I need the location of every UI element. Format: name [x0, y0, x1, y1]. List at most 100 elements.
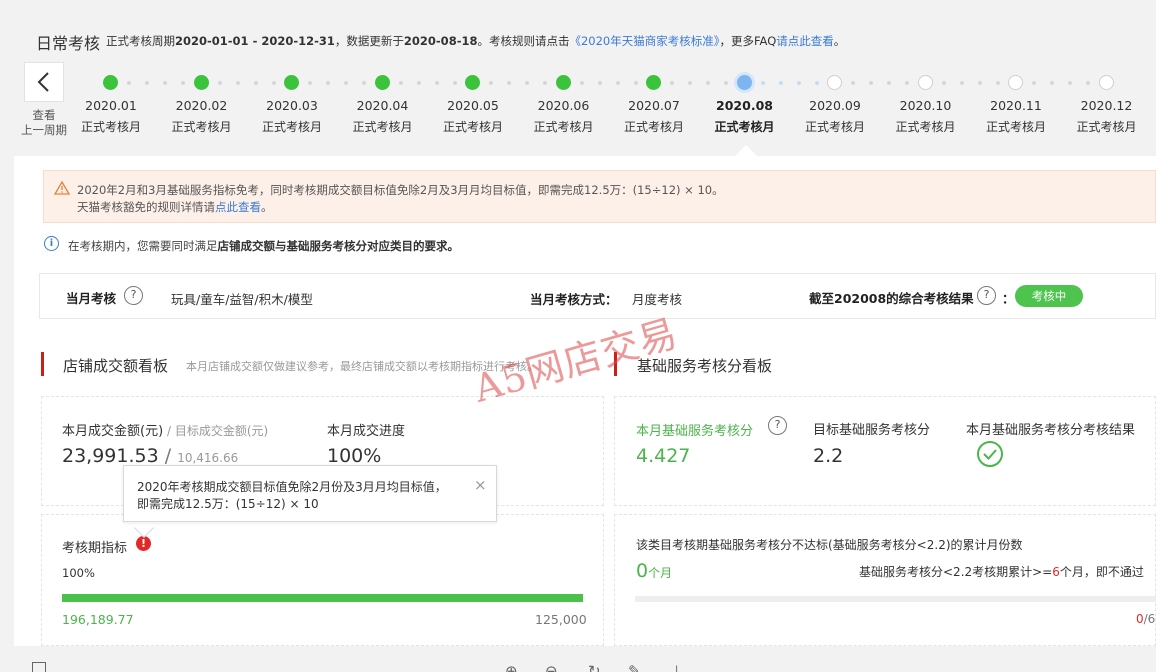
- month-status-label: 正式考核月: [80, 120, 141, 134]
- timeline-connector-dot: [1032, 81, 1036, 85]
- info-icon: i: [44, 236, 59, 251]
- pen-icon[interactable]: ✎: [628, 662, 641, 672]
- month-status-dot: [917, 75, 933, 90]
- update-date: 2020-08-18: [403, 34, 478, 48]
- exemption-alert: 2020年2月和3月基础服务指标免考，同时考核期成交额目标值免除2月及3月月均目…: [43, 170, 1156, 223]
- period-actual-amount: 196,189.77: [62, 612, 134, 627]
- service-score-label: 本月基础服务考核分: [636, 424, 754, 439]
- monthly-amount-value: 23,991.53 / 10,416.66: [62, 445, 239, 467]
- month-label: 2020.01: [85, 98, 137, 113]
- timeline-month[interactable]: 2020.08 正式考核月: [705, 75, 785, 137]
- month-status-dot: [465, 75, 480, 90]
- month-status-label: 正式考核月: [623, 120, 684, 134]
- current-month-caret: [735, 145, 757, 156]
- requirement-note: 在考核期内，您需要同时满足店铺成交额与基础服务考核分对应类目的要求。: [68, 239, 459, 253]
- month-status-label: 正式考核月: [533, 120, 594, 134]
- rule-link[interactable]: 《2020年天猫商家考核标准》: [569, 34, 719, 48]
- exemption-tooltip: 2020年考核期成交额目标值免除2月份及3月月均目标值， 即需完成12.5万：(…: [123, 465, 497, 522]
- timeline-connector-dot: [217, 81, 222, 85]
- month-label: 2020.03: [266, 98, 318, 113]
- fail-months-progress-bar: [635, 596, 1156, 602]
- monthly-progress-value: 100%: [327, 445, 382, 467]
- timeline-connector-dot: [398, 81, 403, 85]
- timeline-connector-dot: [416, 81, 421, 85]
- help-icon[interactable]: ?: [977, 286, 996, 305]
- chevron-left-icon: [37, 72, 49, 92]
- month-status-dot: [827, 75, 842, 90]
- month-label: 2020.08: [716, 98, 773, 113]
- timeline-month[interactable]: 2020.12 正式考核月: [1067, 75, 1147, 137]
- timeline-connector-dot: [959, 81, 964, 85]
- rotate-icon[interactable]: ↻: [588, 662, 601, 672]
- warning-triangle-icon: [54, 181, 70, 195]
- timeline-month[interactable]: 2020.03 正式考核月: [252, 75, 332, 137]
- assessment-summary-bar: 当月考核 ? 玩具/童车/益智/积木/模型 当月考核方式： 月度考核 截至202…: [39, 273, 1156, 319]
- assessment-period: 2020-01-01 - 2020-12-31: [175, 34, 335, 48]
- timeline-month[interactable]: 2020.05 正式考核月: [433, 75, 513, 137]
- month-label: 2020.05: [447, 98, 499, 113]
- timeline-month[interactable]: 2020.01 正式考核月: [71, 75, 151, 137]
- month-status-dot: [736, 75, 752, 90]
- period-target-label: 考核期指标: [62, 541, 128, 556]
- help-icon[interactable]: ?: [768, 416, 787, 435]
- viewer-toolbar: ⊕ ⊖ ↻ ✎ ⊥: [0, 646, 1156, 672]
- timeline-month[interactable]: 2020.09 正式考核月: [795, 75, 875, 137]
- method-label: 当月考核方式：: [530, 292, 618, 307]
- fail-ratio: 0/6: [1136, 612, 1156, 626]
- month-status-dot: [1008, 75, 1023, 90]
- timeline-connector-dot: [851, 81, 855, 85]
- faq-link[interactable]: 请点此查看: [776, 34, 834, 48]
- overall-result-label: 截至202008的综合考核结果: [809, 291, 974, 306]
- period-target-amount: 125,000: [535, 612, 587, 627]
- status-badge: 考核中: [1015, 285, 1083, 307]
- exemption-rule-link[interactable]: 点此查看: [215, 200, 261, 214]
- month-status-dot: [284, 75, 299, 90]
- checkbox-icon[interactable]: [32, 662, 46, 672]
- timeline-connector-dot: [127, 81, 131, 85]
- timeline-month[interactable]: 2020.10 正式考核月: [886, 75, 966, 137]
- service-result-label: 本月基础服务考核分考核结果: [966, 423, 1136, 438]
- timeline-connector-dot: [145, 81, 149, 85]
- timeline-connector-dot: [326, 81, 330, 85]
- period-progress-bar: [62, 594, 583, 602]
- alert-line-1: 2020年2月和3月基础服务指标免考，同时考核期成交额目标值免除2月及3月月均目…: [77, 183, 724, 197]
- month-status-label: 正式考核月: [352, 120, 413, 134]
- month-status-label: 正式考核月: [895, 120, 956, 134]
- zoom-in-icon[interactable]: ⊕: [505, 662, 518, 672]
- month-label: 2020.04: [356, 98, 409, 113]
- monthly-progress-label: 本月成交进度: [327, 424, 406, 439]
- month-status-label: 正式考核月: [714, 120, 775, 134]
- month-label: 2020.12: [1080, 98, 1133, 113]
- section-accent: [41, 352, 44, 376]
- close-icon[interactable]: ×: [474, 476, 487, 494]
- target-score-value: 2.2: [813, 445, 844, 467]
- fail-months-label: 该类目考核期基础服务考核分不达标(基础服务考核分<2.2)的累计月份数: [636, 538, 1023, 552]
- timeline-connector-dot: [670, 81, 674, 85]
- timeline-month[interactable]: 2020.06 正式考核月: [524, 75, 604, 137]
- zoom-out-icon[interactable]: ⊖: [545, 662, 558, 672]
- help-icon[interactable]: ?: [124, 286, 143, 305]
- timeline-month[interactable]: 2020.11 正式考核月: [976, 75, 1056, 137]
- month-label: 2020.07: [628, 98, 680, 113]
- month-status-dot: [374, 75, 390, 90]
- month-status-label: 正式考核月: [804, 120, 865, 134]
- month-status-label: 正式考核月: [1076, 120, 1137, 134]
- timeline-month[interactable]: 2020.04 正式考核月: [343, 75, 423, 137]
- previous-period-button[interactable]: [24, 62, 64, 102]
- timeline-month[interactable]: 2020.07 正式考核月: [614, 75, 694, 137]
- alert-line-2: 天猫考核豁免的规则详情请点此查看。: [77, 200, 273, 214]
- timeline-month[interactable]: 2020.02 正式考核月: [162, 75, 242, 137]
- timeline-connector-dot: [597, 81, 602, 85]
- monthly-amount-label: 本月成交金额(元) / 目标成交金额(元): [62, 424, 269, 439]
- month-status-label: 正式考核月: [261, 120, 322, 134]
- period-progress-percent: 100%: [62, 566, 95, 580]
- timeline-connector-dot: [1050, 81, 1054, 85]
- month-status-dot: [193, 75, 209, 90]
- more-icon[interactable]: ⊥: [670, 662, 683, 672]
- month-status-label: 正式考核月: [171, 120, 232, 134]
- previous-period-label[interactable]: 查看 上一周期: [14, 108, 74, 138]
- month-status-dot: [646, 75, 661, 90]
- month-status-dot: [1098, 75, 1114, 90]
- month-label: 2020.11: [990, 98, 1042, 113]
- month-status-dot: [555, 75, 571, 90]
